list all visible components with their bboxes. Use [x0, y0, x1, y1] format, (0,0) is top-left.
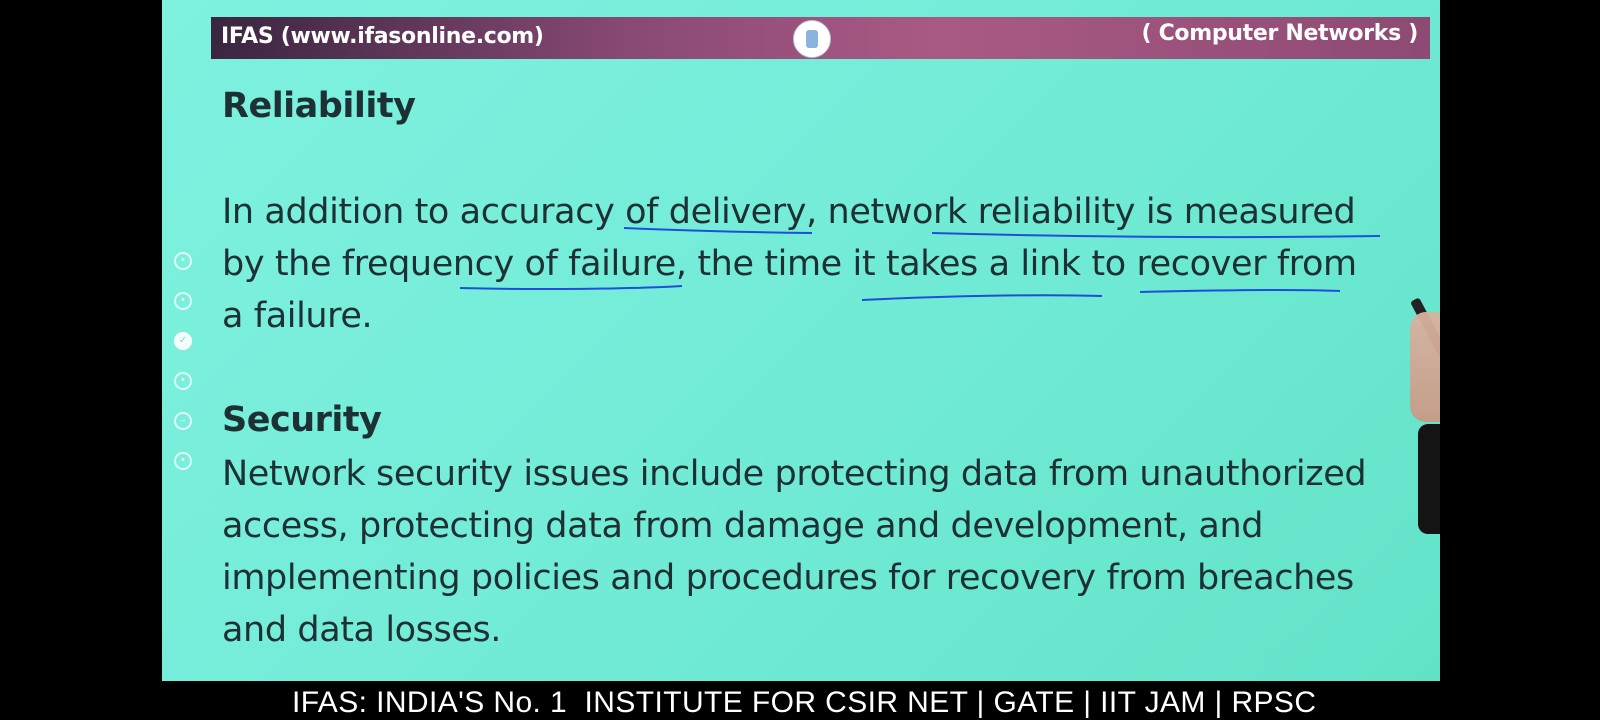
- security-heading: Security: [222, 400, 382, 440]
- highlighter-tool-icon[interactable]: •: [174, 372, 192, 390]
- annotation-toolbar: • • ✓ • – •: [174, 252, 198, 492]
- site-url-label: IFAS (www.ifasonline.com): [221, 24, 544, 49]
- ticker-bar: IFAS: INDIA'S No. 1 INSTITUTE FOR CSIR N…: [0, 681, 1600, 720]
- select-tool-icon[interactable]: •: [174, 252, 192, 270]
- reliability-paragraph: In addition to accuracy of delivery, net…: [222, 192, 1357, 336]
- presenter-hand: [1402, 292, 1440, 534]
- color-tool-icon[interactable]: •: [174, 452, 192, 470]
- slide: IFAS (www.ifasonline.com) ( Computer Net…: [162, 0, 1440, 681]
- pointer-tool-icon[interactable]: •: [174, 292, 192, 310]
- pen-tool-icon[interactable]: ✓: [174, 332, 192, 350]
- eraser-tool-icon[interactable]: –: [174, 412, 192, 430]
- course-title: ( Computer Networks ): [1141, 21, 1418, 46]
- security-paragraph: Network security issues include protecti…: [222, 454, 1367, 650]
- ifas-logo-icon: [793, 20, 831, 58]
- reliability-heading: Reliability: [222, 86, 416, 126]
- ticker-text: IFAS: INDIA'S No. 1 INSTITUTE FOR CSIR N…: [292, 686, 1317, 719]
- slide-header-bar: IFAS (www.ifasonline.com) ( Computer Net…: [211, 17, 1430, 59]
